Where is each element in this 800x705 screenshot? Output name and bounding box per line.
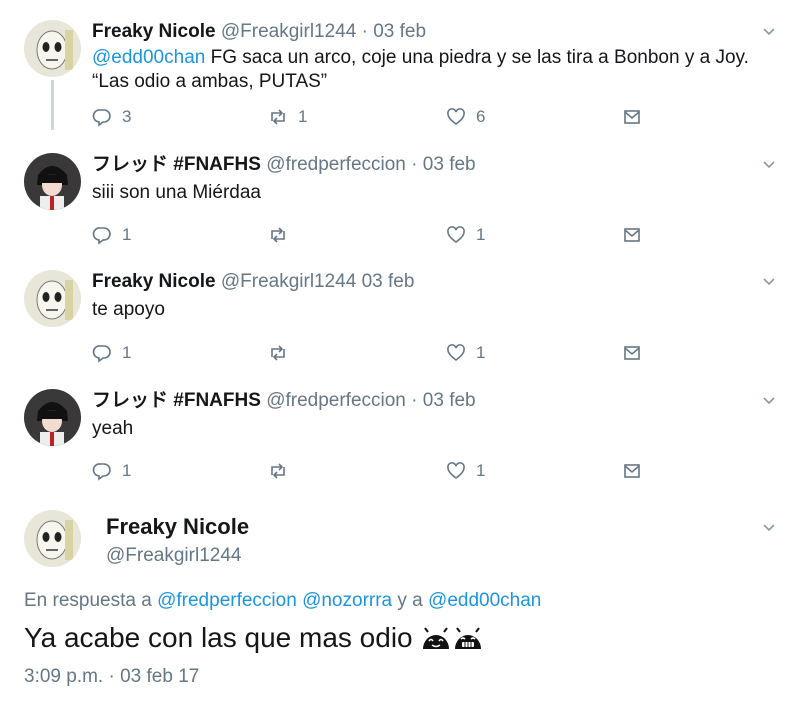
chevron-down-icon[interactable] <box>762 24 776 38</box>
mention-link[interactable]: @nozorrra <box>302 590 392 611</box>
retweet-count: 1 <box>298 107 308 126</box>
author-name[interactable]: フレッド #FNAFHS <box>92 390 261 411</box>
retweet-button[interactable]: 1 <box>268 106 307 128</box>
envelope-icon <box>624 464 640 478</box>
reply-context: En respuesta a @fredperfeccion @nozorrra… <box>24 590 541 612</box>
tweet-actions: 1 1 <box>92 460 652 482</box>
tweet-date[interactable]: · 03 feb <box>411 390 475 411</box>
chevron-down-icon[interactable] <box>762 520 776 534</box>
heart-icon <box>447 462 465 479</box>
reply-button[interactable]: 3 <box>92 106 131 128</box>
like-button[interactable]: 1 <box>446 460 485 482</box>
tweet[interactable]: Freaky Nicole @Freakgirl1244 · 03 feb @e… <box>0 20 800 130</box>
tweet[interactable]: フレッド #FNAFHS @fredperfeccion · 03 feb ye… <box>0 389 800 489</box>
tweet-actions: 1 1 <box>92 224 652 246</box>
reply-icon <box>92 227 111 245</box>
retweet-icon <box>271 463 285 479</box>
tweet-date[interactable]: 03 feb <box>362 271 415 292</box>
tweet-date[interactable]: · 03 feb <box>411 154 475 175</box>
retweet-button[interactable] <box>268 460 298 482</box>
tweet-text-body: Ya acabe con las que mas odio <box>24 622 413 653</box>
avatar[interactable] <box>24 153 81 210</box>
retweet-button[interactable] <box>268 342 298 364</box>
author-name[interactable]: Freaky Nicole <box>92 21 216 42</box>
dm-button[interactable] <box>622 106 642 128</box>
chevron-down-icon[interactable] <box>762 274 776 288</box>
like-count: 6 <box>476 107 486 126</box>
dm-button[interactable] <box>622 342 642 364</box>
author-name[interactable]: Freaky Nicole <box>106 514 249 540</box>
author-handle[interactable]: @Freakgirl1244 <box>221 271 356 292</box>
author-handle[interactable]: @Freakgirl1244 <box>106 545 241 567</box>
envelope-icon <box>624 346 640 360</box>
envelope-icon <box>624 228 640 242</box>
reply-count: 1 <box>122 225 132 244</box>
tweet-actions: 1 1 <box>92 342 652 364</box>
reply-button[interactable]: 1 <box>92 224 131 246</box>
tweet[interactable]: Freaky Nicole @Freakgirl1244 03 feb te a… <box>0 270 800 370</box>
heart-icon <box>447 226 465 243</box>
reply-prefix: En respuesta a <box>24 590 152 611</box>
tweet-text: siii son una Miérdaa <box>92 182 261 203</box>
focused-tweet: Freaky Nicole @Freakgirl1244 En respuest… <box>0 510 800 700</box>
focused-tweet-text: Ya acabe con las que mas odio <box>24 622 483 654</box>
avatar[interactable] <box>24 510 81 567</box>
dm-button[interactable] <box>622 460 642 482</box>
author-handle[interactable]: @Freakgirl1244 <box>221 21 356 42</box>
like-button[interactable]: 1 <box>446 342 485 364</box>
mention-link[interactable]: @edd00chan <box>92 47 205 68</box>
tweet-header: フレッド #FNAFHS @fredperfeccion · 03 feb <box>92 389 476 413</box>
tweet-timestamp[interactable]: 3:09 p.m. · 03 feb 17 <box>24 666 199 688</box>
tweet-header: フレッド #FNAFHS @fredperfeccion · 03 feb <box>92 153 476 177</box>
tweet-text: @edd00chan FG saca un arco, coje una pie… <box>92 46 772 94</box>
reply-icon <box>92 463 111 481</box>
like-count: 1 <box>476 225 486 244</box>
like-button[interactable]: 6 <box>446 106 485 128</box>
tweet-header: Freaky Nicole @Freakgirl1244 · 03 feb <box>92 20 426 44</box>
dm-button[interactable] <box>622 224 642 246</box>
envelope-icon <box>624 110 640 124</box>
reply-icon <box>92 345 111 363</box>
author-name[interactable]: Freaky Nicole <box>92 271 216 292</box>
author-handle[interactable]: @fredperfeccion <box>266 390 406 411</box>
heart-icon <box>447 344 465 361</box>
heart-icon <box>447 108 465 125</box>
mention-link[interactable]: @edd00chan <box>428 590 541 611</box>
retweet-icon <box>271 227 285 243</box>
reply-count: 3 <box>122 107 132 126</box>
avatar[interactable] <box>24 389 81 446</box>
reply-button[interactable]: 1 <box>92 342 131 364</box>
tweet-text: yeah <box>92 418 134 439</box>
author-handle[interactable]: @fredperfeccion <box>266 154 406 175</box>
retweet-icon <box>271 109 285 125</box>
chevron-down-icon[interactable] <box>762 393 776 407</box>
android-face-grin-icon <box>453 626 483 650</box>
chevron-down-icon[interactable] <box>762 157 776 171</box>
tweet-text-line: “Las odio a ambas, PUTAS” <box>92 71 328 92</box>
retweet-icon <box>271 345 285 361</box>
author-name[interactable]: フレッド #FNAFHS <box>92 154 261 175</box>
like-count: 1 <box>476 343 486 362</box>
tweet-text: te apoyo <box>92 299 165 320</box>
reply-icon <box>92 109 111 127</box>
avatar[interactable] <box>24 270 81 327</box>
android-face-icon <box>421 626 451 650</box>
reply-count: 1 <box>122 343 132 362</box>
reply-count: 1 <box>122 461 132 480</box>
like-button[interactable]: 1 <box>446 224 485 246</box>
reply-joiner: y a <box>397 590 423 611</box>
retweet-button[interactable] <box>268 224 298 246</box>
tweet[interactable]: フレッド #FNAFHS @fredperfeccion · 03 feb si… <box>0 153 800 253</box>
tweet-actions: 3 1 6 <box>92 106 652 128</box>
reply-button[interactable]: 1 <box>92 460 131 482</box>
tweet-date[interactable]: · 03 feb <box>362 21 426 42</box>
like-count: 1 <box>476 461 486 480</box>
avatar[interactable] <box>24 20 81 77</box>
mention-link[interactable]: @fredperfeccion <box>157 590 297 611</box>
tweet-header: Freaky Nicole @Freakgirl1244 03 feb <box>92 270 414 294</box>
tweet-text-body: FG saca un arco, coje una piedra y se la… <box>205 47 749 68</box>
